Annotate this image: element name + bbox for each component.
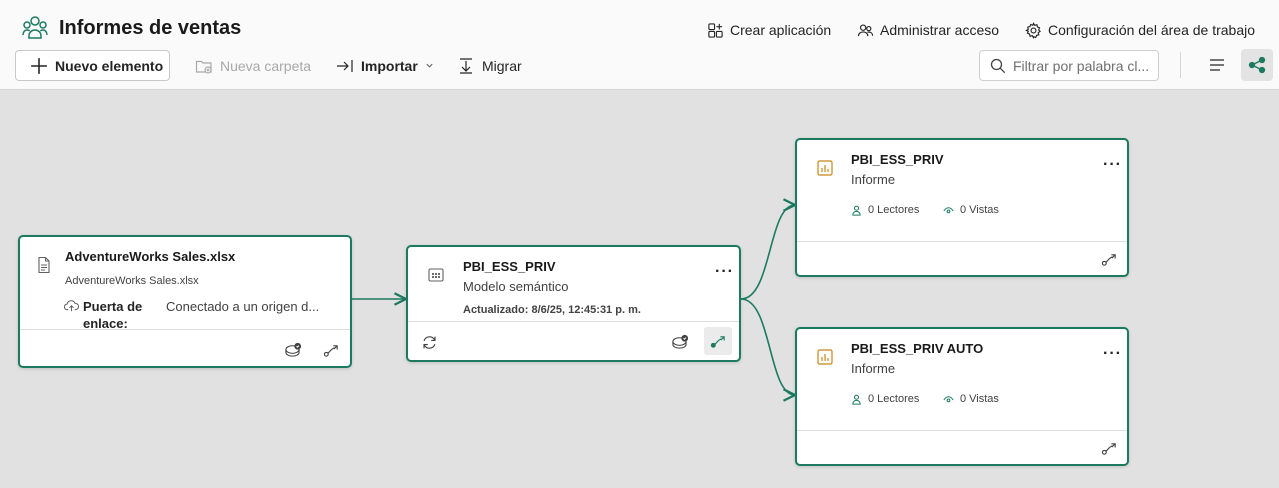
views-stat: 0 Vistas (943, 204, 999, 216)
more-options-button[interactable]: ··· (1103, 346, 1122, 362)
migrate-button[interactable]: Migrar (457, 50, 522, 81)
source-card-excel[interactable]: AdventureWorks Sales.xlsx AdventureWorks… (18, 235, 352, 368)
semantic-model-icon (428, 268, 444, 282)
people-icon (857, 23, 874, 36)
semantic-model-card[interactable]: PBI_ESS_PRIV Modelo semántico Actualizad… (406, 245, 741, 362)
lineage-view-icon (1248, 56, 1266, 74)
report1-subtitle: Informe (851, 172, 896, 187)
report-card-pbi-ess-priv[interactable]: PBI_ESS_PRIV Informe ··· 0 Lectores 0 Vi… (795, 138, 1129, 277)
gear-icon (1025, 21, 1041, 39)
eye-icon (943, 395, 954, 402)
person-icon (852, 394, 861, 405)
plus-icon (31, 57, 47, 74)
filter-search-box[interactable] (979, 50, 1159, 81)
source-subtitle: AdventureWorks Sales.xlsx (65, 275, 199, 287)
views-stat: 0 Vistas (943, 393, 999, 405)
readers-count: 0 Lectores (868, 204, 920, 216)
gateway-value: Conectado a un origen d... (166, 299, 320, 314)
app-icon (708, 22, 723, 38)
list-view-icon (1210, 59, 1224, 71)
download-icon (460, 57, 472, 74)
more-options-button[interactable]: ··· (715, 264, 734, 280)
toolbar-divider (1180, 52, 1181, 78)
create-app-button[interactable]: Crear aplicación (707, 19, 831, 41)
model-updated: Actualizado: 8/6/25, 12:45:31 p. m. (463, 304, 641, 316)
card-divider (20, 329, 350, 330)
readers-count: 0 Lectores (868, 393, 920, 405)
model-subtitle: Modelo semántico (463, 279, 569, 294)
manage-access-button[interactable]: Administrar acceso (857, 19, 999, 41)
workspace-settings-label: Configuración del área de trabajo (1048, 22, 1256, 38)
impact-analysis-button[interactable] (320, 339, 342, 361)
impact-analysis-button[interactable] (704, 327, 732, 355)
gateway-icon (671, 334, 688, 349)
card-divider (797, 430, 1127, 431)
new-folder-button[interactable]: Nueva carpeta (195, 50, 311, 81)
impact-analysis-button[interactable] (1098, 437, 1120, 459)
refresh-icon (422, 335, 436, 349)
import-dropdown[interactable]: Importar (336, 50, 434, 81)
lineage-link-icon (323, 344, 338, 357)
gateway-label: Puerta de enlace: (83, 299, 143, 331)
migrate-label: Migrar (482, 57, 522, 74)
report2-subtitle: Informe (851, 361, 896, 376)
card-divider (797, 241, 1127, 242)
list-view-button[interactable] (1201, 49, 1233, 81)
views-count: 0 Vistas (960, 393, 999, 405)
report-icon (817, 349, 833, 365)
gateway-connection-button[interactable] (668, 331, 690, 353)
workspace-people-icon (22, 16, 48, 39)
gateway-icon (284, 342, 301, 357)
import-icon (337, 59, 353, 72)
workspace-settings-button[interactable]: Configuración del área de trabajo (1025, 19, 1255, 41)
folder-add-icon (195, 60, 212, 74)
lineage-view-button[interactable] (1241, 49, 1273, 81)
cloud-upload-icon (64, 300, 79, 312)
impact-analysis-button[interactable] (1098, 248, 1120, 270)
document-icon (38, 256, 50, 274)
workspace-header: Informes de ventas Crear aplicación Admi… (0, 0, 1279, 90)
card-divider (408, 321, 739, 322)
search-input[interactable] (1013, 57, 1153, 74)
page-title: Informes de ventas (59, 17, 242, 39)
views-count: 0 Vistas (960, 204, 999, 216)
person-icon (852, 205, 861, 216)
lineage-link-icon (1101, 253, 1116, 266)
manage-access-label: Administrar acceso (880, 22, 1000, 38)
eye-icon (943, 206, 954, 213)
new-item-button[interactable]: Nuevo elemento (15, 50, 170, 81)
refresh-button[interactable] (418, 331, 440, 353)
edge-model-to-report2 (740, 298, 795, 395)
gateway-connection-button[interactable] (281, 339, 303, 361)
more-options-button[interactable]: ··· (1103, 157, 1122, 173)
lineage-link-icon (1101, 442, 1116, 455)
chevron-down-icon (426, 63, 433, 68)
new-folder-label: Nueva carpeta (220, 57, 312, 74)
source-title: AdventureWorks Sales.xlsx (65, 249, 236, 264)
readers-stat: 0 Lectores (851, 393, 919, 405)
report2-title: PBI_ESS_PRIV AUTO (851, 341, 984, 356)
lineage-link-icon (710, 335, 725, 348)
report-icon (817, 160, 833, 176)
model-title: PBI_ESS_PRIV (463, 259, 556, 274)
readers-stat: 0 Lectores (851, 204, 919, 216)
report1-title: PBI_ESS_PRIV (851, 152, 944, 167)
import-label: Importar (361, 57, 418, 74)
edge-model-to-report1 (740, 205, 795, 300)
create-app-label: Crear aplicación (730, 22, 832, 38)
search-icon (990, 58, 1006, 73)
new-item-label: Nuevo elemento (55, 57, 164, 74)
report-card-pbi-ess-priv-auto[interactable]: PBI_ESS_PRIV AUTO Informe ··· 0 Lectores… (795, 327, 1129, 466)
